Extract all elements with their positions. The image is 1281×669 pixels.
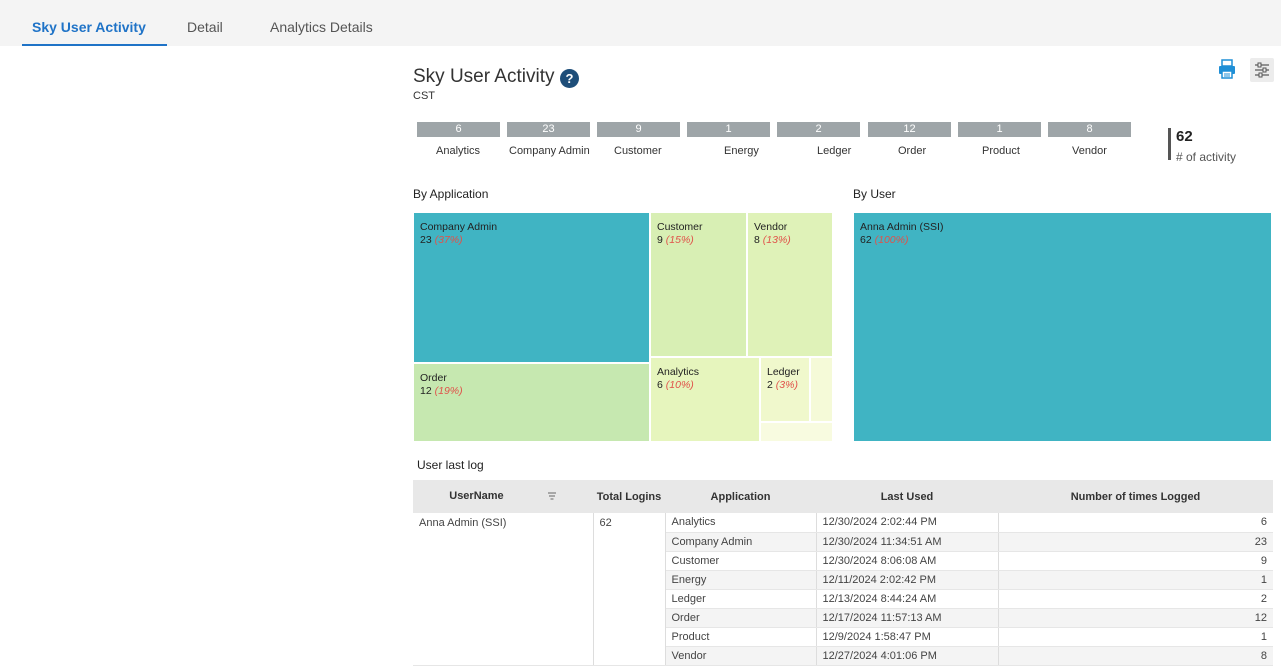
user-log-table: UserName Total Logins Application Last U… <box>413 480 1273 666</box>
cell-last-used: 12/27/2024 4:01:06 PM <box>816 646 999 666</box>
tile-percent: (37%) <box>434 234 463 246</box>
tile-percent: (3%) <box>775 379 798 391</box>
tile-value: 9 <box>657 234 663 246</box>
tile-value: 62 <box>860 234 872 246</box>
cell-application: Ledger <box>665 589 817 609</box>
tile-value: 8 <box>754 234 760 246</box>
tile-name: Customer <box>657 221 703 233</box>
by-application-title: By Application <box>413 187 489 201</box>
cell-username: Anna Admin (SSI) <box>413 513 594 666</box>
tile-value: 6 <box>657 379 663 391</box>
treemap-tile-energy[interactable] <box>810 357 833 422</box>
total-divider <box>1168 128 1171 160</box>
tile-name: Anna Admin (SSI) <box>860 221 944 233</box>
kpi-value: 6 <box>417 122 500 137</box>
header-username[interactable]: UserName <box>413 480 593 513</box>
cell-application: Customer <box>665 551 817 571</box>
treemap-tile-product[interactable] <box>760 422 833 442</box>
kpi-value: 1 <box>958 122 1041 137</box>
kpi-value: 2 <box>777 122 860 137</box>
cell-last-used: 12/9/2024 1:58:47 PM <box>816 627 999 647</box>
tab-analytics-details[interactable]: Analytics Details <box>260 8 383 46</box>
kpi-label: Company Admin <box>509 145 590 157</box>
cell-last-used: 12/30/2024 2:02:44 PM <box>816 513 999 533</box>
total-label: # of activity <box>1176 150 1237 164</box>
cell-last-used: 12/30/2024 8:06:08 AM <box>816 551 999 571</box>
header-last-used[interactable]: Last Used <box>816 480 998 513</box>
treemap-tile-anna-admin[interactable]: Anna Admin (SSI) 62 (100%) <box>853 212 1272 442</box>
tile-name: Vendor <box>754 221 788 233</box>
tab-sky-user-activity[interactable]: Sky User Activity <box>22 8 167 46</box>
page-subtitle: CST <box>413 90 435 102</box>
cell-last-used: 12/13/2024 8:44:24 AM <box>816 589 999 609</box>
by-user-title: By User <box>853 187 896 201</box>
tab-detail[interactable]: Detail <box>177 8 233 46</box>
cell-application: Energy <box>665 570 817 590</box>
treemap-tile-ledger[interactable]: Ledger 2 (3%) <box>760 357 810 422</box>
cell-application: Order <box>665 608 817 628</box>
cell-application: Company Admin <box>665 532 817 552</box>
kpi-label: Customer <box>614 145 662 157</box>
cell-total-logins: 62 <box>593 513 666 666</box>
header-times-logged[interactable]: Number of times Logged <box>998 480 1273 513</box>
user-last-log-title: User last log <box>417 458 484 472</box>
kpi-label: Product <box>982 145 1020 157</box>
kpi-label: Ledger <box>817 145 852 157</box>
table-header-row: UserName Total Logins Application Last U… <box>413 480 1273 513</box>
cell-last-used: 12/17/2024 11:57:13 AM <box>816 608 999 628</box>
kpi-label: Order <box>898 145 927 157</box>
tile-percent: (13%) <box>762 234 791 246</box>
header-application[interactable]: Application <box>665 480 816 513</box>
tile-name: Order <box>420 372 447 384</box>
treemap-tile-analytics[interactable]: Analytics 6 (10%) <box>650 357 760 442</box>
tile-percent: (15%) <box>665 234 694 246</box>
header-username-label: UserName <box>449 490 504 503</box>
kpi-value: 8 <box>1048 122 1131 137</box>
tile-value: 23 <box>420 234 432 246</box>
cell-times-logged: 9 <box>998 551 1273 571</box>
kpi-value: 23 <box>507 122 590 137</box>
cell-times-logged: 8 <box>998 646 1273 666</box>
page-title: Sky User Activity <box>413 66 555 87</box>
top-strip <box>0 0 1281 8</box>
cell-times-logged: 1 <box>998 627 1273 647</box>
treemap-tile-order[interactable]: Order 12 (19%) <box>413 363 650 442</box>
cell-application: Vendor <box>665 646 817 666</box>
cell-last-used: 12/11/2024 2:02:42 PM <box>816 570 999 590</box>
tile-name: Analytics <box>657 366 700 378</box>
header-total-logins[interactable]: Total Logins <box>593 480 665 513</box>
tile-percent: (100%) <box>874 234 909 246</box>
total-value: 62 <box>1176 128 1193 145</box>
cell-application: Product <box>665 627 817 647</box>
tab-bar: Sky User Activity Detail Analytics Detai… <box>0 8 1281 46</box>
cell-last-used: 12/30/2024 11:34:51 AM <box>816 532 999 552</box>
kpi-label: Energy <box>724 145 759 157</box>
kpi-label: Analytics <box>436 145 481 157</box>
tile-value: 2 <box>767 379 773 391</box>
printer-icon[interactable] <box>1216 58 1238 80</box>
kpi-value: 12 <box>868 122 951 137</box>
table-row: Anna Admin (SSI) 62 Analytics 12/30/2024… <box>413 513 1273 666</box>
kpi-label: Vendor <box>1072 145 1107 157</box>
sort-icon[interactable] <box>547 491 557 503</box>
cell-times-logged: 23 <box>998 532 1273 552</box>
tile-name: Ledger <box>767 366 800 378</box>
cell-application: Analytics <box>665 513 817 533</box>
tile-percent: (19%) <box>434 385 463 397</box>
kpi-value: 1 <box>687 122 770 137</box>
cell-times-logged: 2 <box>998 589 1273 609</box>
cell-times-logged: 12 <box>998 608 1273 628</box>
treemap-tile-company-admin[interactable]: Company Admin 23 (37%) <box>413 212 650 363</box>
cell-times-logged: 1 <box>998 570 1273 590</box>
cell-times-logged: 6 <box>998 513 1273 533</box>
treemap-tile-vendor[interactable]: Vendor 8 (13%) <box>747 212 833 357</box>
kpi-value: 9 <box>597 122 680 137</box>
tile-percent: (10%) <box>665 379 694 391</box>
tile-value: 12 <box>420 385 432 397</box>
treemap-tile-customer[interactable]: Customer 9 (15%) <box>650 212 747 357</box>
help-icon[interactable]: ? <box>560 69 579 88</box>
tile-name: Company Admin <box>420 221 498 233</box>
sliders-icon[interactable] <box>1250 58 1274 82</box>
